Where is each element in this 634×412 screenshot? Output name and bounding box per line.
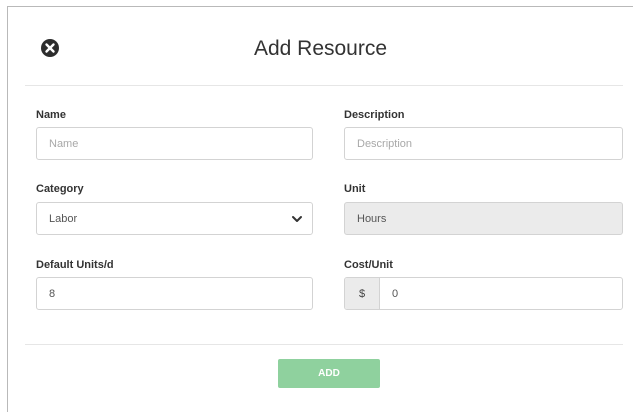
default-units-input[interactable]: 8 (36, 277, 313, 310)
unit-field: Hours (344, 202, 623, 235)
chevron-down-icon (292, 216, 302, 222)
add-button[interactable]: ADD (278, 359, 380, 388)
description-label: Description (344, 109, 405, 121)
add-resource-modal: Add Resource Name Name Description Descr… (7, 6, 633, 412)
cost-unit-group: $ 0 (344, 277, 623, 310)
cost-unit-label: Cost/Unit (344, 259, 393, 271)
header-divider (25, 85, 623, 86)
name-input[interactable]: Name (36, 127, 313, 160)
default-units-label: Default Units/d (36, 259, 114, 271)
modal-header: Add Resource (8, 7, 633, 87)
currency-addon: $ (345, 278, 380, 309)
footer-divider (25, 344, 623, 345)
cost-unit-input[interactable]: 0 (380, 278, 622, 309)
description-input[interactable]: Description (344, 127, 623, 160)
category-select[interactable]: Labor (36, 202, 313, 235)
unit-label: Unit (344, 183, 366, 195)
name-label: Name (36, 109, 66, 121)
category-value: Labor (49, 212, 78, 225)
category-label: Category (36, 183, 84, 195)
modal-title: Add Resource (253, 37, 388, 60)
